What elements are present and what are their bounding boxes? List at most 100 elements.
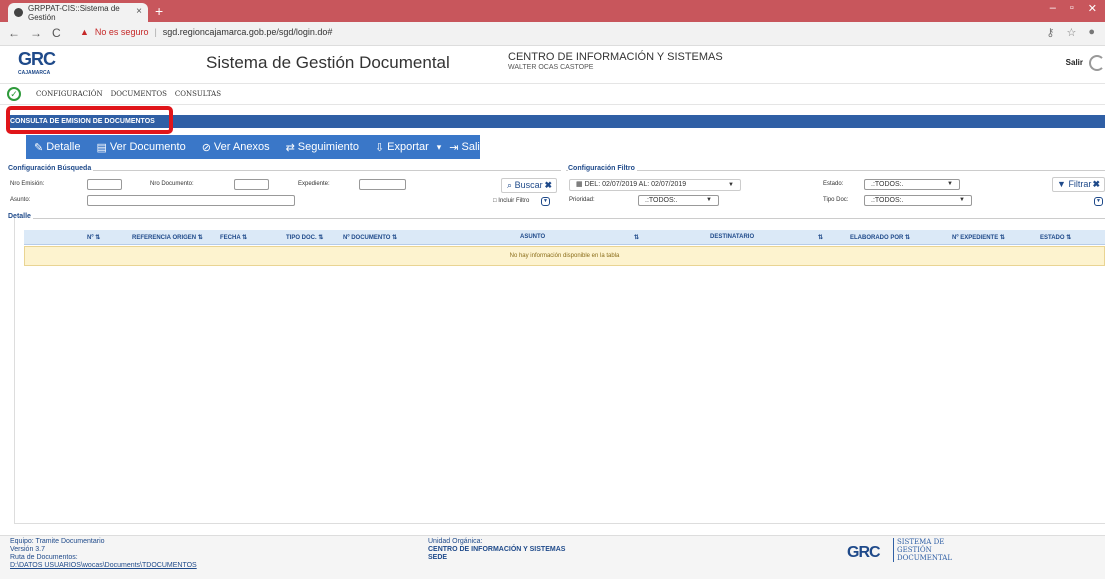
footer: Equipo: Tramite Documentario Versión 3.7… [0, 535, 1105, 579]
salir-button[interactable]: ⇥ Salir [441, 141, 491, 154]
asunto-input[interactable] [87, 195, 295, 206]
address-bar[interactable]: ▲ No es seguro | sgd.regioncajamarca.gob… [80, 27, 332, 37]
exportar-button[interactable]: ⇩ Exportar [367, 141, 437, 154]
estado-select[interactable]: .:TODOS:. ▼ [864, 179, 960, 190]
buscar-button[interactable]: ⌕ Buscar ✖ [501, 178, 557, 193]
seguimiento-button[interactable]: ⇄ Seguimiento [278, 141, 367, 154]
grc-logo: GRC [18, 49, 56, 69]
calendar-icon: ▦ [576, 181, 583, 188]
star-icon[interactable]: ☆ [1066, 26, 1076, 39]
footer-middle: Unidad Orgánica: CENTRO DE INFORMACIÓN Y… [428, 538, 565, 562]
salir-label: Salir [461, 141, 484, 153]
col-destinatario[interactable]: DESTINATARIO [710, 234, 754, 240]
footer-ruta-label: Ruta de Documentos: [10, 554, 78, 561]
filtrar-button[interactable]: ▼ Filtrar ✖ [1052, 177, 1105, 192]
incluir-filtro-label: Incluir Filtro [498, 198, 530, 204]
power-icon[interactable] [1089, 55, 1105, 71]
detalle-label: Detalle [46, 141, 81, 153]
fecha-caret-icon: ▼ [728, 182, 734, 188]
seguimiento-label: Seguimiento [297, 141, 359, 153]
footer-ruta-link[interactable]: D:\DATOS USUARIOS\wocas\Documents\TDOCUM… [10, 562, 197, 570]
footer-version: Versión 3.7 [10, 546, 46, 553]
nro-documento-input[interactable] [234, 179, 269, 190]
unit-name: CENTRO DE INFORMACIÓN Y SISTEMAS [508, 51, 723, 63]
warning-icon: ▲ [80, 27, 89, 37]
edit-icon: ✎ [34, 141, 44, 154]
url-separator: | [154, 27, 157, 37]
export-icon: ⇩ [374, 141, 385, 154]
key-icon[interactable]: ⚷ [1046, 26, 1054, 39]
menu-documentos[interactable]: DOCUMENTOS [111, 90, 167, 98]
prioridad-caret-icon: ▼ [706, 197, 712, 203]
footer-logo-text: SISTEMA DE GESTIÓN DOCUMENTAL [893, 538, 952, 562]
prioridad-value: .:TODOS:. [645, 197, 678, 204]
col-asunto-sort-icon[interactable]: ⇅ [634, 234, 639, 241]
app-header: GRC CAJAMARCA Sistema de Gestión Documen… [0, 47, 1105, 81]
tipo-doc-value: .:TODOS:. [871, 197, 904, 204]
col-nro-documento[interactable]: Nº DOCUMENTO ⇅ [343, 234, 397, 241]
ver-documento-button[interactable]: ▤ Ver Documento [88, 141, 193, 154]
tab-close-icon[interactable]: × [136, 6, 142, 17]
profile-icon[interactable]: ● [1088, 26, 1095, 39]
footer-unidad-label: Unidad Orgánica: [428, 538, 483, 545]
ver-anexos-button[interactable]: ⊘ Ver Anexos [194, 141, 278, 154]
col-tipo-doc[interactable]: TIPO DOC. ⇅ [286, 234, 323, 241]
nro-emision-label: Nro Emisión: [10, 181, 45, 187]
prioridad-select[interactable]: .:TODOS:. ▼ [638, 195, 719, 206]
window-controls: – ▫ ✕ [1050, 2, 1097, 15]
back-icon[interactable]: ← [8, 26, 20, 40]
footer-logo-text-2: GESTIÓN [897, 546, 932, 554]
expand-search-icon[interactable]: ▼ [541, 197, 550, 206]
nro-emision-input[interactable] [87, 179, 122, 190]
col-referencia-origen[interactable]: REFERENCIA ORIGEN ⇅ [132, 234, 203, 241]
footer-sede: SEDE [428, 554, 448, 561]
reload-icon[interactable]: C [52, 26, 61, 40]
menu-items: CONFIGURACIÓN DOCUMENTOS CONSULTAS [36, 90, 221, 98]
close-window-icon[interactable]: ✕ [1088, 2, 1097, 15]
action-toolbar: ✎ Detalle ▤ Ver Documento ⊘ Ver Anexos ⇄… [26, 135, 484, 159]
incluir-filtro-checkbox[interactable]: □ Incluir Filtro [493, 198, 529, 204]
restore-icon[interactable]: ▫ [1070, 2, 1074, 15]
minimize-icon[interactable]: – [1050, 2, 1056, 15]
check-circle-icon: ✓ [7, 87, 21, 101]
col-estado[interactable]: ESTADO ⇅ [1040, 234, 1071, 241]
col-numero[interactable]: Nº ⇅ [87, 234, 100, 241]
exportar-label: Exportar [387, 141, 429, 153]
address-bar-row: ← → C ▲ No es seguro | sgd.regioncajamar… [0, 22, 1105, 46]
app-title: Sistema de Gestión Documental [206, 53, 450, 72]
nav-buttons: ← → C [8, 26, 61, 40]
col-fecha[interactable]: FECHA ⇅ [220, 234, 247, 241]
tab-title: GRPPAT-CIS::Sistema de Gestión [28, 3, 120, 22]
fecha-range-select[interactable]: ▦ DEL: 02/07/2019 AL: 02/07/2019 ▼ [569, 179, 741, 191]
col-elaborado-por[interactable]: ELABORADO POR ⇅ [850, 234, 910, 241]
new-tab-button[interactable]: + [155, 3, 163, 19]
sign-out-icon: ⇥ [449, 141, 459, 154]
ver-anexos-label: Ver Anexos [213, 141, 270, 153]
footer-logo-text-3: DOCUMENTAL [897, 554, 952, 562]
footer-unidad: CENTRO DE INFORMACIÓN Y SISTEMAS [428, 546, 566, 553]
footer-left: Equipo: Tramite Documentario Versión 3.7… [10, 538, 197, 570]
asunto-label: Asunto: [10, 197, 31, 203]
clear-search-icon[interactable]: ✖ [544, 179, 552, 192]
footer-grc-logo: GRC [847, 544, 881, 561]
menu-configuracion[interactable]: CONFIGURACIÓN [36, 90, 103, 98]
browser-tab-strip: GRPPAT-CIS::Sistema de Gestión × + – ▫ ✕ [0, 0, 1105, 22]
forward-icon[interactable]: → [30, 26, 42, 40]
expediente-input[interactable] [359, 179, 406, 190]
col-asunto[interactable]: ASUNTO [520, 234, 545, 240]
url-text[interactable]: sgd.regioncajamarca.gob.pe/sgd/login.do# [163, 27, 333, 37]
estado-label: Estado: [823, 181, 844, 187]
not-secure-label: No es seguro [94, 27, 149, 37]
col-destinatario-sort-icon[interactable]: ⇅ [818, 234, 823, 241]
list-icon: ▤ [96, 141, 107, 154]
expediente-label: Expediente: [298, 181, 330, 187]
expand-filter-icon[interactable]: ▼ [1094, 197, 1103, 206]
browser-tab[interactable]: GRPPAT-CIS::Sistema de Gestión × [8, 3, 148, 22]
filtro-legend: Configuración Filtro [568, 165, 637, 172]
detalle-button[interactable]: ✎ Detalle [26, 141, 88, 154]
tipo-doc-select[interactable]: .:TODOS:. ▼ [864, 195, 972, 206]
menu-consultas[interactable]: CONSULTAS [175, 90, 221, 98]
clear-filter-icon[interactable]: ✖ [1092, 178, 1100, 191]
col-nro-expediente[interactable]: Nº EXPEDIENTE ⇅ [952, 234, 1005, 241]
exit-link[interactable]: Salir [1066, 58, 1083, 67]
